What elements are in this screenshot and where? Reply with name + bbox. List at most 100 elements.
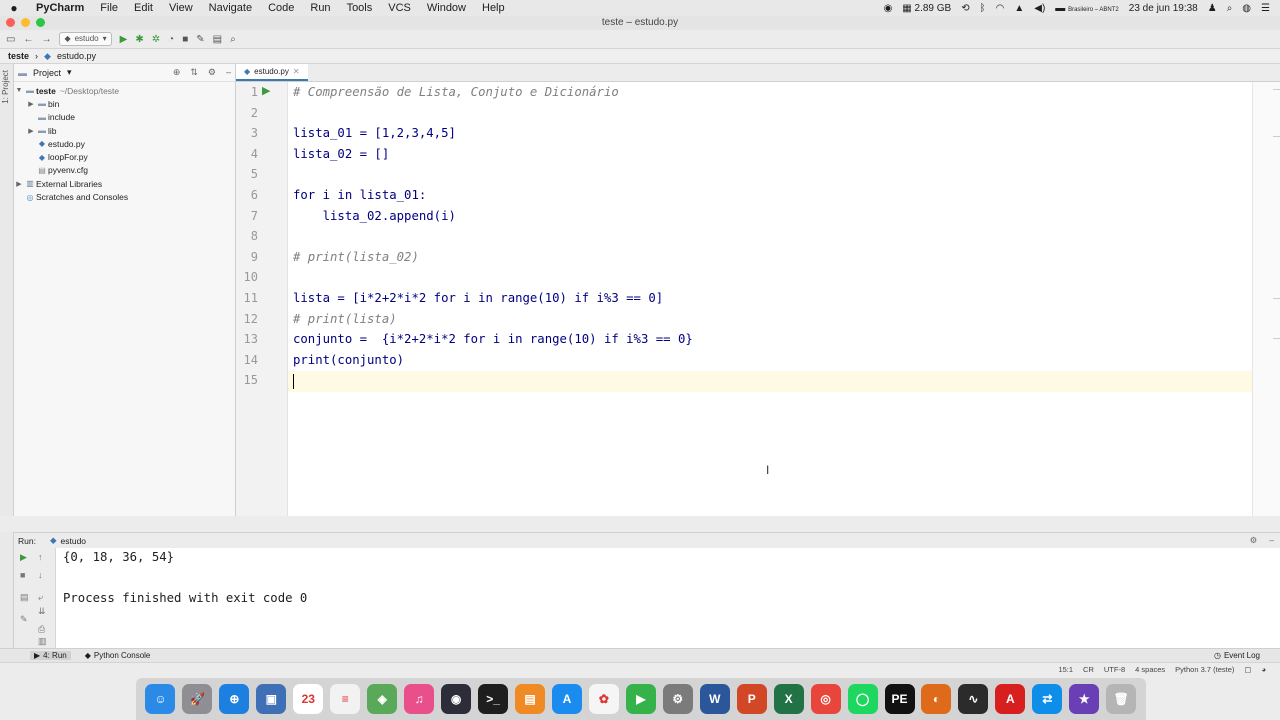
dock-powerpoint-icon[interactable]: P <box>736 684 767 714</box>
apple-icon[interactable]: ● <box>0 1 28 15</box>
menu-navigate[interactable]: Navigate <box>201 2 260 14</box>
menu-vcs[interactable]: VCS <box>380 2 419 14</box>
tree-item-teste[interactable]: ▼ ▬ teste ~/Desktop/teste <box>14 84 235 97</box>
code-line[interactable]: # Compreensão de Lista, Conjuto e Dicion… <box>293 82 619 103</box>
error-stripe-mark[interactable] <box>1273 136 1280 137</box>
settings-wrench-icon[interactable]: ✎ <box>196 34 204 45</box>
chevron-right-icon[interactable]: ▶ <box>26 100 36 108</box>
dock-teamviewer-icon[interactable]: ⇄ <box>1032 684 1063 714</box>
menu-edit[interactable]: Edit <box>126 2 161 14</box>
stop-icon[interactable]: ■ <box>182 34 188 45</box>
notification-center-icon[interactable]: ☰ <box>1261 3 1270 14</box>
airplay-icon[interactable]: ▲ <box>1014 3 1024 14</box>
volume-icon[interactable]: ◀) <box>1034 3 1045 14</box>
locate-icon[interactable]: ⊕ <box>173 67 181 78</box>
tree-item-pyvenv-cfg[interactable]: ▤ pyvenv.cfg <box>14 164 235 177</box>
run-configuration-select[interactable]: ◆ estudo ▾ <box>59 32 112 46</box>
run-icon[interactable]: ▶ <box>120 34 128 45</box>
tree-item-include[interactable]: ▬ include <box>14 111 235 124</box>
dock-chrome-icon[interactable]: ◎ <box>810 684 841 714</box>
inspector-icon[interactable]: ◕ <box>1261 665 1266 674</box>
open-folder-icon[interactable]: ▭ <box>6 34 15 45</box>
up-arrow-icon[interactable]: ↑ <box>38 552 43 562</box>
code-line[interactable]: print(conjunto) <box>293 350 404 371</box>
trash-icon[interactable]: ▥ <box>38 636 47 647</box>
dock-app-store-icon[interactable]: A <box>551 684 582 714</box>
tree-item-lib[interactable]: ▶ ▬ lib <box>14 124 235 137</box>
rerun-icon[interactable]: ▶ <box>20 552 27 563</box>
search-icon[interactable]: ⌕ <box>230 34 236 45</box>
error-stripe-mark[interactable] <box>1273 298 1280 299</box>
tool-window-project-label[interactable]: 1: Project <box>1 70 10 104</box>
lock-icon[interactable]: ▢ <box>1244 665 1251 674</box>
code-line[interactable]: lista_02 = [] <box>293 144 389 165</box>
siri-icon[interactable]: ◍ <box>1242 3 1251 14</box>
dock-word-icon[interactable]: W <box>699 684 730 714</box>
menu-view[interactable]: View <box>161 2 201 14</box>
editor-run-divider[interactable] <box>0 516 1280 532</box>
status-indent[interactable]: 4 spaces <box>1135 665 1165 674</box>
user-icon[interactable]: ♟ <box>1208 3 1217 14</box>
menu-window[interactable]: Window <box>419 2 474 14</box>
menu-app-name[interactable]: PyCharm <box>28 2 92 14</box>
hide-icon[interactable]: – <box>226 67 231 78</box>
gear-icon[interactable]: ⚙ <box>208 67 216 78</box>
chevron-right-icon[interactable]: ▶ <box>14 180 24 188</box>
code-line[interactable]: conjunto = {i*2+2*i*2 for i in range(10)… <box>293 329 693 350</box>
hide-icon[interactable]: – <box>1269 535 1274 546</box>
tab-event-log[interactable]: ◷ Event Log <box>1214 651 1280 660</box>
dock-pycharm-icon[interactable]: PE <box>884 684 915 714</box>
status-encoding[interactable]: UTF-8 <box>1104 665 1125 674</box>
menu-help[interactable]: Help <box>474 2 513 14</box>
tab-run[interactable]: ▶ 4: Run <box>30 651 71 660</box>
minimize-window-button[interactable] <box>21 18 30 27</box>
project-structure-icon[interactable]: ▤ <box>213 34 222 45</box>
code-line[interactable]: lista_01 = [1,2,3,4,5] <box>293 123 456 144</box>
stop-icon[interactable]: ■ <box>20 570 25 580</box>
dock-books-icon[interactable]: ▤ <box>515 684 545 714</box>
chevron-down-icon[interactable]: ▾ <box>67 67 72 78</box>
close-window-button[interactable] <box>6 18 15 27</box>
soft-wrap-icon[interactable]: ⤶ <box>38 592 43 603</box>
spotlight-icon[interactable]: ⌕ <box>1227 3 1233 14</box>
pin-icon[interactable]: ✎ <box>20 614 28 625</box>
record-icon[interactable]: ◉ <box>884 3 893 14</box>
close-icon[interactable]: ✕ <box>293 67 300 76</box>
status-interpreter[interactable]: Python 3.7 (teste) <box>1175 665 1234 674</box>
profile-icon[interactable]: ◔ <box>168 34 174 45</box>
error-stripe-mark[interactable] <box>1273 89 1280 90</box>
tree-item-bin[interactable]: ▶ ▬ bin <box>14 97 235 110</box>
code-editor[interactable]: # Compreensão de Lista, Conjuto e Dicion… <box>288 82 1252 516</box>
error-stripe-mark[interactable] <box>1273 338 1280 339</box>
clock[interactable]: 23 de jun 19:38 <box>1129 3 1198 14</box>
dock-facetime-icon[interactable]: ▶ <box>625 684 656 714</box>
down-arrow-icon[interactable]: ↓ <box>38 570 43 580</box>
chevron-right-icon[interactable]: ▶ <box>26 127 36 135</box>
coverage-icon[interactable]: ✲ <box>152 34 160 45</box>
wifi-icon[interactable]: ◠ <box>996 3 1005 14</box>
run-gutter-icon[interactable]: ▶ <box>262 84 270 97</box>
keyboard-input-menu[interactable]: ▬ Brasileiro – ABNT2 <box>1055 3 1118 14</box>
dock-launchpad-icon[interactable]: 🚀 <box>182 684 213 714</box>
dock-excel-icon[interactable]: X <box>773 684 804 714</box>
status-line-separator[interactable]: CR <box>1083 665 1094 674</box>
tree-item-estudo-py[interactable]: ◆ estudo.py <box>14 137 235 150</box>
project-panel-title[interactable]: Project <box>33 68 61 78</box>
dock-itunes-icon[interactable]: ♫ <box>404 684 435 714</box>
time-machine-icon[interactable]: ⟲ <box>961 3 969 14</box>
dock-acrobat-icon[interactable]: A <box>995 684 1026 714</box>
zoom-window-button[interactable] <box>36 18 45 27</box>
gear-icon[interactable]: ⚙ <box>1250 535 1258 546</box>
dock-notes-icon[interactable]: ≡ <box>330 684 361 714</box>
dock-activity-monitor-icon[interactable]: ∿ <box>958 684 989 714</box>
print-icon[interactable]: ⎙ <box>38 624 45 635</box>
menu-run[interactable]: Run <box>302 2 338 14</box>
code-line[interactable]: for i in lista_01: <box>293 185 426 206</box>
run-tab-estudo[interactable]: ◆ estudo <box>50 535 86 546</box>
editor-marker-strip[interactable] <box>1252 82 1280 516</box>
code-line[interactable]: # print(lista) <box>293 309 397 330</box>
collapse-all-icon[interactable]: ⇅ <box>190 67 198 78</box>
code-line[interactable]: # print(lista_02) <box>293 247 419 268</box>
bluetooth-icon[interactable]: ᛒ <box>980 3 986 14</box>
breadcrumb-project[interactable]: teste <box>8 51 29 61</box>
